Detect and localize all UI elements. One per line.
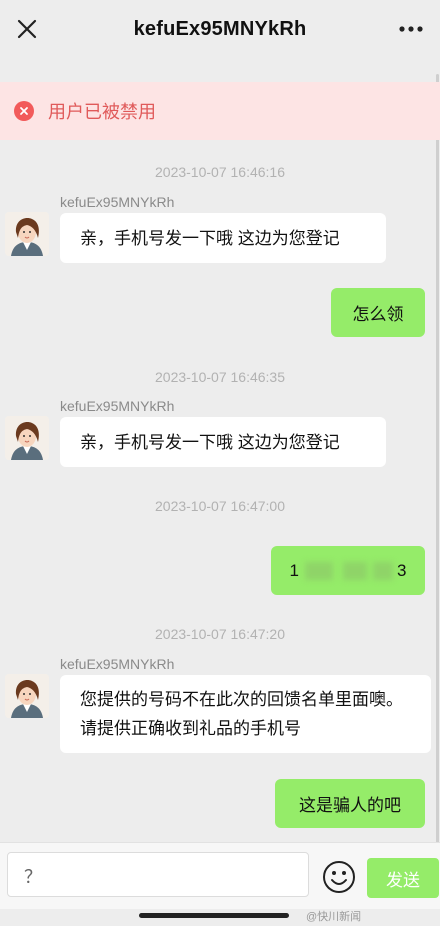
sender-name: kefuEx95MNYkRh bbox=[60, 398, 175, 414]
home-indicator[interactable] bbox=[139, 913, 289, 918]
avatar[interactable] bbox=[5, 416, 49, 460]
sender-name: kefuEx95MNYkRh bbox=[60, 656, 175, 672]
close-icon[interactable] bbox=[12, 14, 42, 44]
redacted-text bbox=[373, 561, 393, 580]
timestamp: 2023-10-07 16:47:00 bbox=[155, 498, 285, 514]
message-text-start: 1 bbox=[289, 560, 299, 580]
my-message-bubble[interactable]: 这是骗人的吧 bbox=[275, 779, 425, 828]
my-message-bubble[interactable]: 怎么领 bbox=[331, 288, 425, 337]
timestamp: 2023-10-07 16:46:35 bbox=[155, 369, 285, 385]
avatar[interactable] bbox=[5, 212, 49, 256]
sender-name: kefuEx95MNYkRh bbox=[60, 194, 175, 210]
banner-text: 用户已被禁用 bbox=[48, 102, 156, 122]
my-message-bubble[interactable]: 1 3 bbox=[271, 546, 425, 595]
timestamp: 2023-10-07 16:47:20 bbox=[155, 626, 285, 642]
more-horizontal-icon[interactable] bbox=[396, 14, 426, 44]
avatar[interactable] bbox=[5, 674, 49, 718]
emoji-smile-icon[interactable] bbox=[322, 860, 356, 894]
message-bubble[interactable]: 亲，手机号发一下哦 这边为您登记 bbox=[60, 213, 386, 263]
disabled-user-banner: 用户已被禁用 bbox=[0, 82, 440, 140]
message-bubble[interactable]: 您提供的号码不在此次的回馈名单里面噢。请提供正确收到礼品的手机号 bbox=[60, 675, 431, 753]
error-circle-icon bbox=[14, 101, 34, 121]
timestamp: 2023-10-07 16:46:16 bbox=[155, 164, 285, 180]
watermark: @快川新闻 bbox=[306, 911, 362, 923]
message-text-end: 3 bbox=[397, 560, 407, 580]
message-bubble[interactable]: 亲，手机号发一下哦 这边为您登记 bbox=[60, 417, 386, 467]
redacted-text bbox=[343, 561, 367, 580]
send-button[interactable]: 发送 bbox=[367, 858, 439, 898]
message-input[interactable]: ？ bbox=[7, 852, 309, 897]
chat-header: kefuEx95MNYkRh bbox=[0, 0, 440, 58]
chat-title: kefuEx95MNYkRh bbox=[133, 17, 307, 40]
scrollbar[interactable] bbox=[436, 74, 439, 844]
redacted-text bbox=[305, 561, 333, 580]
